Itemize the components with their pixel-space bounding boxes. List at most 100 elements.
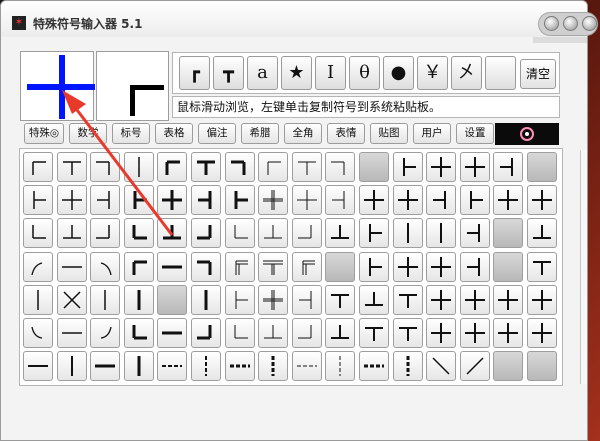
symbol-cell[interactable] xyxy=(291,218,322,249)
symbol-cell[interactable] xyxy=(90,351,121,382)
symbol-cell[interactable] xyxy=(325,251,356,282)
recent-symbol-button[interactable]: ● xyxy=(383,56,414,90)
symbol-cell[interactable] xyxy=(90,318,121,348)
symbol-cell[interactable] xyxy=(359,318,389,348)
symbol-cell[interactable] xyxy=(493,218,524,249)
symbol-cell[interactable] xyxy=(23,185,53,216)
symbol-cell[interactable] xyxy=(359,251,389,282)
symbol-cell[interactable] xyxy=(325,218,356,249)
symbol-cell[interactable] xyxy=(123,185,154,216)
recent-symbol-button[interactable]: ★ xyxy=(281,56,312,90)
symbol-cell[interactable] xyxy=(157,351,188,382)
symbol-cell[interactable] xyxy=(459,351,490,382)
symbol-cell[interactable] xyxy=(90,218,121,249)
symbol-cell[interactable] xyxy=(123,218,154,249)
symbol-cell[interactable] xyxy=(359,152,389,182)
symbol-cell[interactable] xyxy=(23,318,53,348)
grid-scrollbar[interactable] xyxy=(580,150,587,384)
symbol-cell[interactable] xyxy=(325,284,356,315)
symbol-cell[interactable] xyxy=(392,185,423,216)
symbol-cell[interactable] xyxy=(157,218,188,249)
symbol-cell[interactable] xyxy=(258,218,289,249)
symbol-cell[interactable] xyxy=(527,284,557,315)
symbol-cell[interactable] xyxy=(359,185,389,216)
symbol-cell[interactable] xyxy=(123,251,154,282)
symbol-cell[interactable] xyxy=(90,185,121,216)
tab-table[interactable]: 表格 xyxy=(155,123,193,144)
symbol-cell[interactable] xyxy=(56,218,87,249)
tab-user[interactable]: 用户 xyxy=(413,123,451,144)
symbol-cell[interactable] xyxy=(459,251,490,282)
symbol-cell[interactable] xyxy=(56,251,87,282)
symbol-cell[interactable] xyxy=(258,318,289,348)
symbol-cell[interactable] xyxy=(426,251,457,282)
symbol-cell[interactable] xyxy=(392,284,423,315)
recent-symbol-button[interactable]: ┏ xyxy=(179,56,210,90)
symbol-cell[interactable] xyxy=(493,152,524,182)
symbol-cell[interactable] xyxy=(392,318,423,348)
symbol-cell[interactable] xyxy=(493,351,524,382)
recent-symbol-button[interactable]: ┳ xyxy=(213,56,244,90)
symbol-cell[interactable] xyxy=(493,185,524,216)
symbol-cell[interactable] xyxy=(459,152,490,182)
symbol-cell[interactable] xyxy=(426,318,457,348)
symbol-cell[interactable] xyxy=(493,318,524,348)
maximize-button[interactable] xyxy=(563,16,578,31)
symbol-cell[interactable] xyxy=(23,284,53,315)
symbol-cell[interactable] xyxy=(191,218,221,249)
symbol-cell[interactable] xyxy=(527,185,557,216)
symbol-cell[interactable] xyxy=(191,251,221,282)
symbol-cell[interactable] xyxy=(23,218,53,249)
symbol-cell[interactable] xyxy=(392,351,423,382)
symbol-cell[interactable] xyxy=(325,351,356,382)
symbol-cell[interactable] xyxy=(258,284,289,315)
symbol-cell[interactable] xyxy=(56,152,87,182)
symbol-cell[interactable] xyxy=(56,351,87,382)
symbol-cell[interactable] xyxy=(359,284,389,315)
symbol-cell[interactable] xyxy=(90,251,121,282)
recent-symbol-button[interactable]: 㐅 xyxy=(451,56,482,90)
symbol-cell[interactable] xyxy=(291,185,322,216)
symbol-cell[interactable] xyxy=(56,318,87,348)
symbol-cell[interactable] xyxy=(459,218,490,249)
clear-button[interactable]: 清空 xyxy=(520,59,556,89)
symbol-cell[interactable] xyxy=(224,251,255,282)
tab-stickers[interactable]: 贴图 xyxy=(370,123,408,144)
symbol-cell[interactable] xyxy=(23,152,53,182)
symbol-cell[interactable] xyxy=(291,284,322,315)
symbol-cell[interactable] xyxy=(527,218,557,249)
symbol-cell[interactable] xyxy=(123,284,154,315)
symbol-cell[interactable] xyxy=(258,251,289,282)
symbol-cell[interactable] xyxy=(493,251,524,282)
tab-settings[interactable]: 设置 xyxy=(456,123,494,144)
symbol-cell[interactable] xyxy=(224,218,255,249)
recent-symbol-button[interactable]: θ xyxy=(349,56,380,90)
symbol-cell[interactable] xyxy=(258,185,289,216)
symbol-cell[interactable] xyxy=(224,284,255,315)
title-bar[interactable]: ✶ 特殊符号输入器 5.1 xyxy=(1,1,587,37)
symbol-cell[interactable] xyxy=(325,318,356,348)
symbol-cell[interactable] xyxy=(157,251,188,282)
recent-symbol-button[interactable]: a xyxy=(247,56,278,90)
symbol-cell[interactable] xyxy=(359,218,389,249)
symbol-cell[interactable] xyxy=(459,284,490,315)
symbol-cell[interactable] xyxy=(90,284,121,315)
tab-greek[interactable]: 希腊 xyxy=(241,123,279,144)
recent-symbol-button[interactable]: ￥ xyxy=(417,56,448,90)
symbol-cell[interactable] xyxy=(459,318,490,348)
symbol-cell[interactable] xyxy=(359,351,389,382)
symbol-cell[interactable] xyxy=(56,185,87,216)
symbol-cell[interactable] xyxy=(191,318,221,348)
symbol-cell[interactable] xyxy=(527,152,557,182)
recent-symbol-button[interactable] xyxy=(485,56,516,90)
symbol-cell[interactable] xyxy=(426,185,457,216)
symbol-cell[interactable] xyxy=(224,351,255,382)
tab-labels[interactable]: 标号 xyxy=(112,123,150,144)
symbol-cell[interactable] xyxy=(123,351,154,382)
symbol-cell[interactable] xyxy=(392,251,423,282)
symbol-cell[interactable] xyxy=(459,185,490,216)
symbol-cell[interactable] xyxy=(426,284,457,315)
symbol-cell[interactable] xyxy=(291,351,322,382)
symbol-cell[interactable] xyxy=(426,351,457,382)
tab-notes[interactable]: 偏注 xyxy=(198,123,236,144)
